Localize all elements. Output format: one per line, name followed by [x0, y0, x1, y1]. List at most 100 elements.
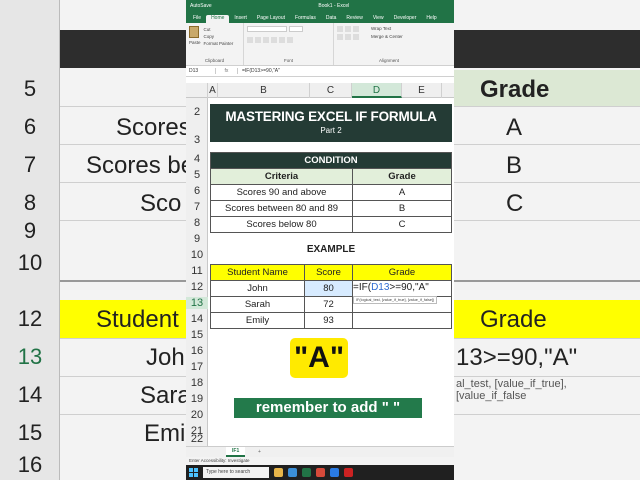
- record-icon[interactable]: [344, 468, 353, 477]
- app-icon[interactable]: [316, 468, 325, 477]
- grade-cell[interactable]: B: [352, 200, 452, 217]
- app-icon[interactable]: [330, 468, 339, 477]
- underline-icon[interactable]: [263, 37, 269, 43]
- tab-page-layout[interactable]: Page Layout: [252, 15, 290, 23]
- column-header-d[interactable]: D: [352, 83, 402, 98]
- column-header-b[interactable]: B: [218, 83, 310, 98]
- edge-icon[interactable]: [288, 468, 297, 477]
- align-center-icon[interactable]: [345, 34, 351, 40]
- grade-cell[interactable]: C: [352, 216, 452, 233]
- tab-insert[interactable]: Insert: [229, 15, 252, 23]
- column-header-f[interactable]: F: [442, 83, 454, 98]
- cell-edit-text[interactable]: =IF(D13>=90,"A": [353, 282, 429, 293]
- score-cell-active[interactable]: 80: [304, 280, 353, 297]
- row-header[interactable]: 17: [186, 361, 208, 373]
- title-bar: AutoSave Book1 - Excel: [186, 0, 454, 12]
- row-header[interactable]: 2: [186, 106, 208, 118]
- fx-icon[interactable]: fx: [216, 68, 238, 74]
- row-header[interactable]: 6: [186, 185, 208, 197]
- example-header-student[interactable]: Student Name: [210, 264, 305, 281]
- student-cell[interactable]: Sarah: [210, 296, 305, 313]
- row-header[interactable]: 19: [186, 393, 208, 405]
- sheet-tab-if1[interactable]: IF1: [226, 447, 246, 457]
- tab-formulas[interactable]: Formulas: [290, 15, 321, 23]
- criteria-cell[interactable]: Scores below 80: [210, 216, 353, 233]
- column-header-a[interactable]: A: [208, 83, 218, 98]
- align-top-icon[interactable]: [337, 26, 343, 32]
- bg-row-number: 14: [17, 382, 43, 407]
- formula-input[interactable]: =IF(D13>=90,"A": [238, 68, 280, 74]
- row-header[interactable]: 7: [186, 201, 208, 213]
- score-cell[interactable]: 72: [304, 296, 353, 313]
- row-header[interactable]: 16: [186, 345, 208, 357]
- column-header-e[interactable]: E: [402, 83, 442, 98]
- paste-button[interactable]: Paste: [189, 26, 201, 47]
- font-color-icon[interactable]: [287, 37, 293, 43]
- tab-developer[interactable]: Developer: [389, 15, 422, 23]
- row-header[interactable]: 12: [186, 281, 208, 293]
- tab-review[interactable]: Review: [341, 15, 367, 23]
- font-size-select[interactable]: [289, 26, 303, 32]
- align-right-icon[interactable]: [353, 34, 359, 40]
- condition-title[interactable]: CONDITION: [210, 152, 452, 169]
- merge-center-button[interactable]: Merge & Center: [371, 34, 403, 40]
- italic-icon[interactable]: [255, 37, 261, 43]
- align-middle-icon[interactable]: [345, 26, 351, 32]
- table-row: Emily 93: [210, 312, 452, 329]
- row-header[interactable]: 20: [186, 409, 208, 421]
- example-header-score[interactable]: Score: [304, 264, 353, 281]
- excel-icon[interactable]: [302, 468, 311, 477]
- criteria-cell[interactable]: Scores between 80 and 89: [210, 200, 353, 217]
- border-icon[interactable]: [271, 37, 277, 43]
- align-bottom-icon[interactable]: [353, 26, 359, 32]
- student-cell[interactable]: Emily: [210, 312, 305, 329]
- autosave-label[interactable]: AutoSave: [190, 3, 212, 9]
- tab-data[interactable]: Data: [321, 15, 342, 23]
- row-header[interactable]: 4: [186, 153, 208, 165]
- row-header[interactable]: 14: [186, 313, 208, 325]
- row-header[interactable]: 3: [186, 134, 208, 146]
- font-name-select[interactable]: [247, 26, 287, 32]
- tab-home[interactable]: Home: [206, 15, 230, 23]
- row-header[interactable]: 22: [186, 433, 208, 445]
- tab-help[interactable]: Help: [421, 15, 441, 23]
- copy-button[interactable]: Copy: [204, 33, 234, 40]
- row-header[interactable]: 11: [186, 265, 208, 277]
- name-box[interactable]: D13: [186, 68, 216, 74]
- file-explorer-icon[interactable]: [274, 468, 283, 477]
- add-sheet-button[interactable]: +: [258, 447, 261, 457]
- wrap-text-button[interactable]: Wrap Text: [371, 26, 391, 32]
- example-header-grade[interactable]: Grade: [352, 264, 452, 281]
- select-all-corner[interactable]: [186, 83, 208, 98]
- windows-start-icon[interactable]: [189, 468, 198, 477]
- row-header[interactable]: 10: [186, 249, 208, 261]
- row-header[interactable]: 13: [186, 297, 208, 309]
- taskbar-search[interactable]: Type here to search: [203, 467, 269, 478]
- grade-cell[interactable]: A: [352, 184, 452, 201]
- tab-file[interactable]: File: [188, 15, 206, 23]
- row-header[interactable]: 15: [186, 329, 208, 341]
- tab-view[interactable]: View: [368, 15, 389, 23]
- bg-row-number: 10: [17, 250, 43, 275]
- bold-icon[interactable]: [247, 37, 253, 43]
- function-tooltip[interactable]: IF(logical_test, [value_if_true], [value…: [353, 296, 438, 304]
- fill-color-icon[interactable]: [279, 37, 285, 43]
- row-header[interactable]: 8: [186, 217, 208, 229]
- table-row: Scores 90 and above A: [210, 184, 452, 201]
- row-header[interactable]: 18: [186, 377, 208, 389]
- row-header[interactable]: 9: [186, 233, 208, 245]
- score-cell[interactable]: 93: [304, 312, 353, 329]
- grade-cell[interactable]: [352, 312, 452, 329]
- condition-header-criteria[interactable]: Criteria: [210, 168, 353, 185]
- align-left-icon[interactable]: [337, 34, 343, 40]
- student-cell[interactable]: John: [210, 280, 305, 297]
- column-header-c[interactable]: C: [310, 83, 352, 98]
- format-painter-button[interactable]: Format Painter: [204, 40, 234, 47]
- criteria-cell[interactable]: Scores 90 and above: [210, 184, 353, 201]
- excel-window: AutoSave Book1 - Excel File Home Insert …: [186, 0, 454, 480]
- cut-button[interactable]: Cut: [204, 26, 234, 33]
- row-header[interactable]: 5: [186, 169, 208, 181]
- condition-header-grade[interactable]: Grade: [352, 168, 452, 185]
- bg-cell-grade-c: C: [506, 190, 524, 217]
- bg-cell-grade-b: B: [506, 152, 523, 179]
